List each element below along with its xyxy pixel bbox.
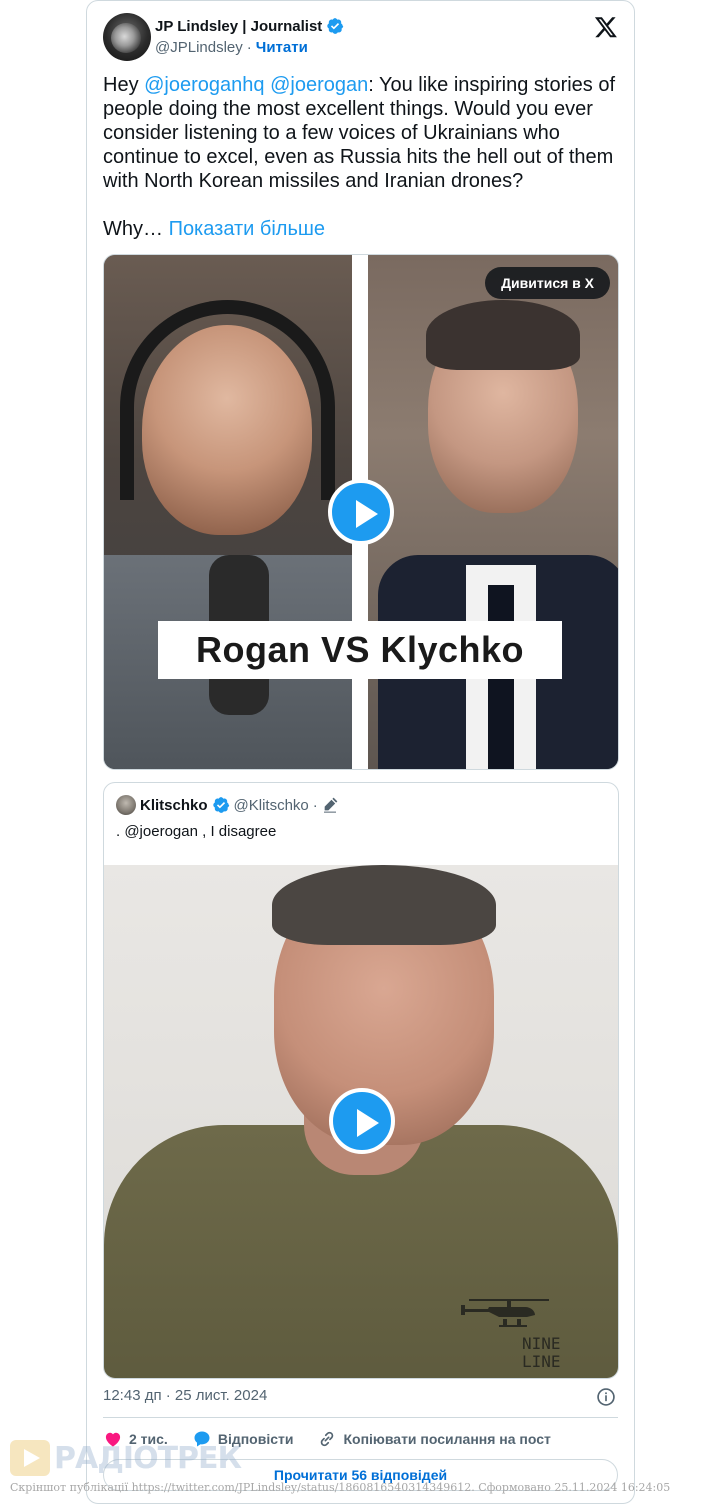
author-handle[interactable]: @JPLindsley xyxy=(155,39,243,56)
tshirt-print-text: NINE LINE xyxy=(522,1334,561,1371)
quoted-tweet[interactable]: Klitschko @Klitschko · . @joerogan , I d… xyxy=(103,782,619,1379)
left-photo-pane xyxy=(104,255,352,769)
tweet-card: JP Lindsley | Journalist @JPLindsley · Ч… xyxy=(86,0,635,1504)
play-icon[interactable] xyxy=(329,1088,395,1154)
verified-badge-icon xyxy=(327,18,344,34)
tweet-header: JP Lindsley | Journalist @JPLindsley · Ч… xyxy=(103,13,618,63)
edit-icon xyxy=(323,797,338,813)
video-rogan-vs-klychko[interactable]: Rogan VS Klychko Дивитися в X xyxy=(103,254,619,770)
author-name[interactable]: JP Lindsley | Journalist xyxy=(155,18,322,35)
tweet-timestamp[interactable]: 12:43 дп · 25 лист. 2024 xyxy=(103,1387,267,1404)
tweet-text-start: Hey xyxy=(103,74,145,96)
right-person-hair xyxy=(426,300,580,370)
handle-separator: · xyxy=(246,39,252,56)
helicopter-print-icon xyxy=(461,1299,549,1327)
headphones xyxy=(120,300,335,500)
quoted-tweet-text: . @joerogan , I disagree xyxy=(116,823,277,840)
link-icon xyxy=(321,1431,334,1447)
copy-link-button[interactable]: Копіювати посилання на пост xyxy=(317,1429,551,1449)
watermark-play-badge-icon xyxy=(10,1440,50,1476)
hair xyxy=(272,865,496,945)
video-overlay-title: Rogan VS Klychko xyxy=(158,621,562,679)
verified-badge-icon xyxy=(212,797,229,813)
watermark-logo-text: РАДІОТРЕК xyxy=(54,1440,242,1476)
watch-on-x-button[interactable]: Дивитися в X xyxy=(485,267,610,299)
info-icon[interactable] xyxy=(596,1387,616,1407)
follow-link[interactable]: Читати xyxy=(256,39,308,56)
mention-joerogan[interactable]: @joerogan xyxy=(270,74,368,96)
quoted-author-name[interactable]: Klitschko xyxy=(140,797,208,814)
tweet-text-body: : You like inspiring stories of people d… xyxy=(103,74,616,240)
author-name-row: JP Lindsley | Journalist xyxy=(155,17,344,35)
right-photo-pane xyxy=(368,255,618,769)
show-more-link[interactable]: Показати більше xyxy=(169,218,325,240)
quoted-video[interactable]: NINE LINE xyxy=(104,865,618,1378)
quoted-author-avatar[interactable] xyxy=(116,795,136,815)
quoted-tweet-header: Klitschko @Klitschko · xyxy=(116,795,338,815)
author-avatar[interactable] xyxy=(103,13,151,61)
copy-link-label: Копіювати посилання на пост xyxy=(343,1431,551,1447)
play-icon[interactable] xyxy=(328,479,394,545)
watermark-logo: РАДІОТРЕК xyxy=(10,1440,242,1476)
x-logo-icon[interactable] xyxy=(594,15,618,39)
author-handle-row: @JPLindsley · Читати xyxy=(155,39,308,56)
divider xyxy=(103,1417,618,1418)
mention-joeroganhq[interactable]: @joeroganhq xyxy=(144,74,264,96)
quoted-separator: · xyxy=(312,796,318,814)
tweet-text: Hey @joeroganhq @joerogan: You like insp… xyxy=(103,73,623,241)
quoted-author-handle[interactable]: @Klitschko xyxy=(234,797,309,814)
screenshot-caption: Скріншот публікації https://twitter.com/… xyxy=(10,1481,671,1494)
